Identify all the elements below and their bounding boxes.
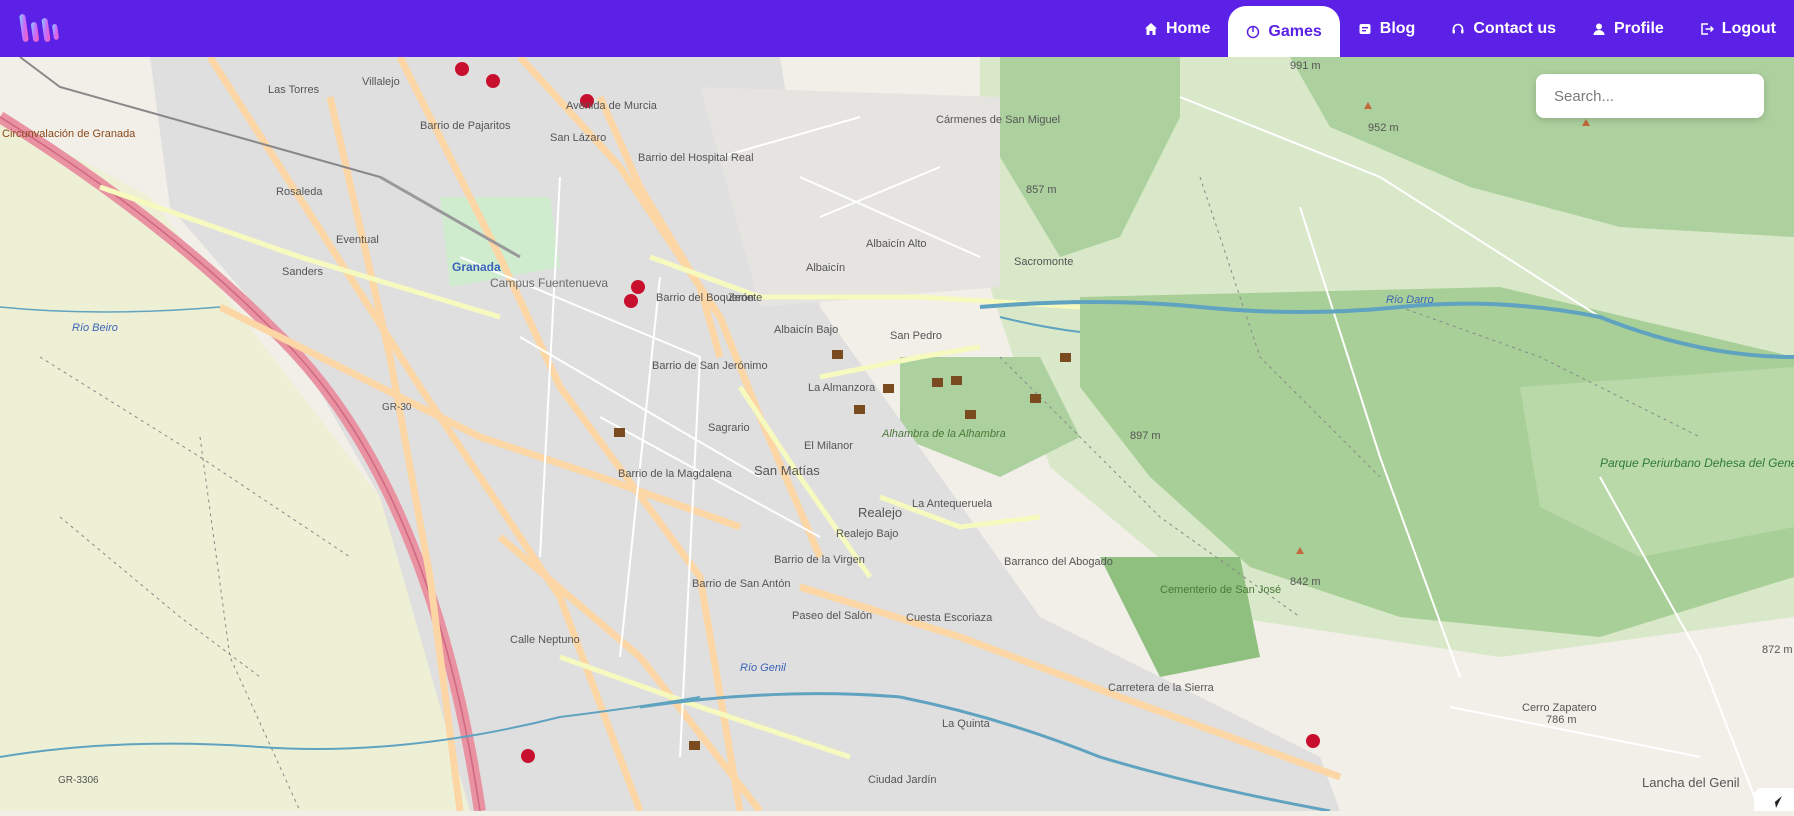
map-label-rio-beiro: Río Beiro: [72, 322, 118, 334]
map-label-san-lazaro: San Lázaro: [550, 132, 606, 144]
map-label-barrio-san-anton: Barrio de San Antón: [692, 578, 790, 590]
map-label-barranco: Barranco del Abogado: [1004, 556, 1113, 568]
map-label-cementerio: Cementerio de San José: [1160, 584, 1281, 596]
map-label-sacromonte: Sacromonte: [1014, 256, 1073, 268]
map-label-el-milanor: El Milanor: [804, 440, 853, 452]
map-label-lancha: Lancha del Genil: [1642, 775, 1740, 790]
map-label-circunvalacion: Circunvalación de Granada: [2, 128, 136, 140]
map-label-elev-952: 952 m: [1368, 122, 1399, 134]
map-label-realejo: Realejo: [858, 505, 902, 520]
map-label-gr30: GR-30: [382, 402, 412, 413]
map-label-la-antequeruela: La Antequeruela: [912, 498, 993, 510]
map-label-sanders: Sanders: [282, 266, 323, 278]
map-label-calle-neptuno: Calle Neptuno: [510, 634, 580, 646]
games-icon: [1247, 25, 1260, 38]
map-label-las-torres: Las Torres: [268, 84, 320, 96]
brand-logo[interactable]: [18, 8, 62, 48]
nav-games-label: Games: [1268, 22, 1322, 40]
nav-blog-label: Blog: [1379, 20, 1416, 37]
locate-button[interactable]: [1754, 788, 1794, 811]
map-label-cerro-zapatero: Cerro Zapatero: [1522, 702, 1597, 714]
nav-profile[interactable]: Profile: [1574, 6, 1682, 52]
map-label-cerro-zapatero-alt: 786 m: [1546, 714, 1577, 726]
map-label-albaicin-bajo: Albaicín Bajo: [774, 324, 838, 336]
map-label-eventual: Eventual: [336, 234, 379, 246]
headset-icon: [1452, 23, 1464, 34]
map-label-la-quinta: La Quinta: [942, 718, 991, 730]
map-label-gr3306: GR-3306: [58, 775, 99, 786]
logout-icon: [1701, 23, 1714, 35]
map-label-san-pedro: San Pedro: [890, 330, 942, 342]
map-label-elev-842: 842 m: [1290, 576, 1321, 588]
map-label-zenete: Zenete: [728, 292, 762, 304]
nav-logout-label: Logout: [1721, 20, 1776, 37]
map-label-elev-857: 857 m: [1026, 184, 1057, 196]
map-label-albaicin: Albaicín: [806, 262, 845, 274]
map-label-sagrario: Sagrario: [708, 422, 750, 434]
top-navbar: Home Games Blog Contact us Profile Logou…: [0, 0, 1794, 57]
map-label-rio-darro: Río Darro: [1386, 294, 1434, 306]
map-label-granada: Granada: [452, 260, 501, 274]
nav-home-label: Home: [1165, 20, 1211, 37]
map-label-ciudad-jardin: Ciudad Jardín: [868, 774, 937, 786]
nav-home[interactable]: Home: [1126, 6, 1228, 52]
user-icon: [1593, 23, 1605, 35]
nav-profile-label: Profile: [1614, 20, 1664, 37]
map-view[interactable]: Granada Albaicín Albaicín Alto Albaicín …: [0, 57, 1794, 811]
map-label-carmenes: Cármenes de San Miguel: [936, 114, 1060, 126]
nav-blog[interactable]: Blog: [1340, 6, 1434, 52]
map-label-villalejo: Villalejo: [362, 76, 400, 88]
map-label-la-almanzora: La Almanzora: [808, 382, 876, 394]
nav-logout[interactable]: Logout: [1682, 6, 1794, 52]
map-label-barrio-virgen: Barrio de la Virgen: [774, 554, 865, 566]
map-label-avenida-murcia: Avenida de Murcia: [566, 100, 658, 112]
map-label-cuesta-escoriaza: Cuesta Escoriaza: [906, 612, 993, 624]
blog-icon: [1359, 24, 1371, 34]
map-label-rio-genil: Río Genil: [740, 662, 786, 674]
main-nav: Home Games Blog Contact us Profile Logou…: [1126, 0, 1794, 57]
search-input[interactable]: [1536, 74, 1764, 118]
map-label-barrio-hospital: Barrio del Hospital Real: [638, 152, 754, 164]
nav-contact[interactable]: Contact us: [1433, 6, 1574, 52]
map-label-rosaleda: Rosaleda: [276, 186, 323, 198]
map-label-barrio-san-jeronimo: Barrio de San Jerónimo: [652, 360, 768, 372]
map-label-paseo-salon: Paseo del Salón: [792, 610, 872, 622]
map-label-barrio-magdalena: Barrio de la Magdalena: [618, 468, 733, 480]
map-label-parque: Parque Periurbano Dehesa del Generalife: [1600, 456, 1794, 470]
map-label-albaicin-alto: Albaicín Alto: [866, 238, 927, 250]
map-canvas[interactable]: Granada Albaicín Albaicín Alto Albaicín …: [0, 57, 1794, 811]
nav-contact-label: Contact us: [1473, 20, 1556, 37]
map-label-alhambra: Alhambra de la Alhambra: [881, 428, 1006, 440]
navigation-arrow-icon: [1770, 796, 1782, 808]
nav-games[interactable]: Games: [1228, 6, 1340, 57]
map-label-realejo-bajo: Realejo Bajo: [836, 528, 898, 540]
map-label-carretera-sierra: Carretera de la Sierra: [1108, 682, 1215, 694]
map-label-barrio-pajaritos: Barrio de Pajaritos: [420, 120, 511, 132]
map-label-elev-897: 897 m: [1130, 430, 1161, 442]
map-label-campus: Campus Fuentenueva: [490, 276, 608, 290]
home-icon: [1144, 23, 1157, 35]
map-label-san-matias: San Matías: [754, 463, 820, 478]
map-label-elev-872: 872 m: [1762, 644, 1793, 656]
map-label-elev-991: 991 m: [1290, 60, 1321, 72]
